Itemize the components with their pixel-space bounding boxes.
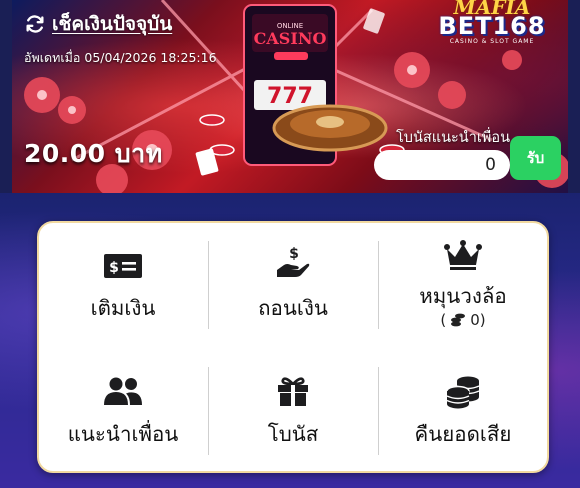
balance-banner: ONLINE CASINO 777 เช็คเงินปัจจุบัน อัพเด… [12, 0, 568, 193]
menu-item-bonus[interactable]: โบนัส [209, 375, 377, 447]
users-icon [104, 377, 142, 405]
crown-icon [444, 240, 482, 270]
menu-label: ถอนเงิน [258, 296, 328, 320]
menu-item-cashback[interactable]: คืนยอดเสีย [379, 375, 547, 447]
menu-item-withdraw[interactable]: $ ถอนเงิน [209, 245, 377, 321]
menu-label: หมุนวงล้อ [419, 284, 507, 308]
menu-item-refer-friend[interactable]: แนะนำเพื่อน [39, 375, 207, 447]
claim-button[interactable]: รับ [510, 136, 561, 180]
brand-logo: MAFIA BET168 CASINO & SLOT GAME [424, 0, 560, 45]
menu-item-deposit[interactable]: $ เติมเงิน [39, 251, 207, 321]
menu-grid: $ เติมเงิน $ ถอนเงิน หมุนวงล้อ (0) แนะน… [37, 221, 549, 473]
gift-icon [278, 377, 308, 406]
check-balance-title[interactable]: เช็คเงินปัจจุบัน [52, 9, 172, 39]
svg-text:CASINO: CASINO [254, 29, 327, 48]
menu-label: เติมเงิน [90, 296, 156, 320]
coin-count-paren: ( [440, 311, 447, 329]
spin-coin-count: ( 0) [379, 311, 547, 329]
refresh-icon [26, 15, 44, 33]
coins-icon [451, 313, 466, 327]
referral-bonus-label: โบนัสแนะนำเพื่อน [396, 130, 510, 146]
svg-text:$: $ [289, 246, 299, 262]
balance-amount: 20.00 บาท [24, 139, 163, 168]
referral-bonus-field: 0 [374, 150, 510, 180]
money-bill-icon: $ [104, 254, 142, 278]
menu-label: คืนยอดเสีย [414, 422, 512, 446]
coins-icon [446, 376, 480, 409]
menu-item-spin-wheel[interactable]: หมุนวงล้อ ( 0) [379, 239, 547, 329]
menu-label: แนะนำเพื่อน [67, 422, 179, 446]
svg-text:777: 777 [267, 84, 313, 109]
brand-logo-main: BET168 [438, 12, 546, 40]
hand-dollar-icon: $ [277, 246, 310, 277]
svg-text:$: $ [109, 260, 119, 276]
last-updated-text: อัพเดทเมื่อ 05/04/2026 18:25:16 [24, 50, 217, 65]
menu-label: โบนัส [267, 422, 319, 446]
refresh-balance-link[interactable]: เช็คเงินปัจจุบัน [24, 9, 172, 39]
coin-count-value: 0) [470, 311, 486, 329]
